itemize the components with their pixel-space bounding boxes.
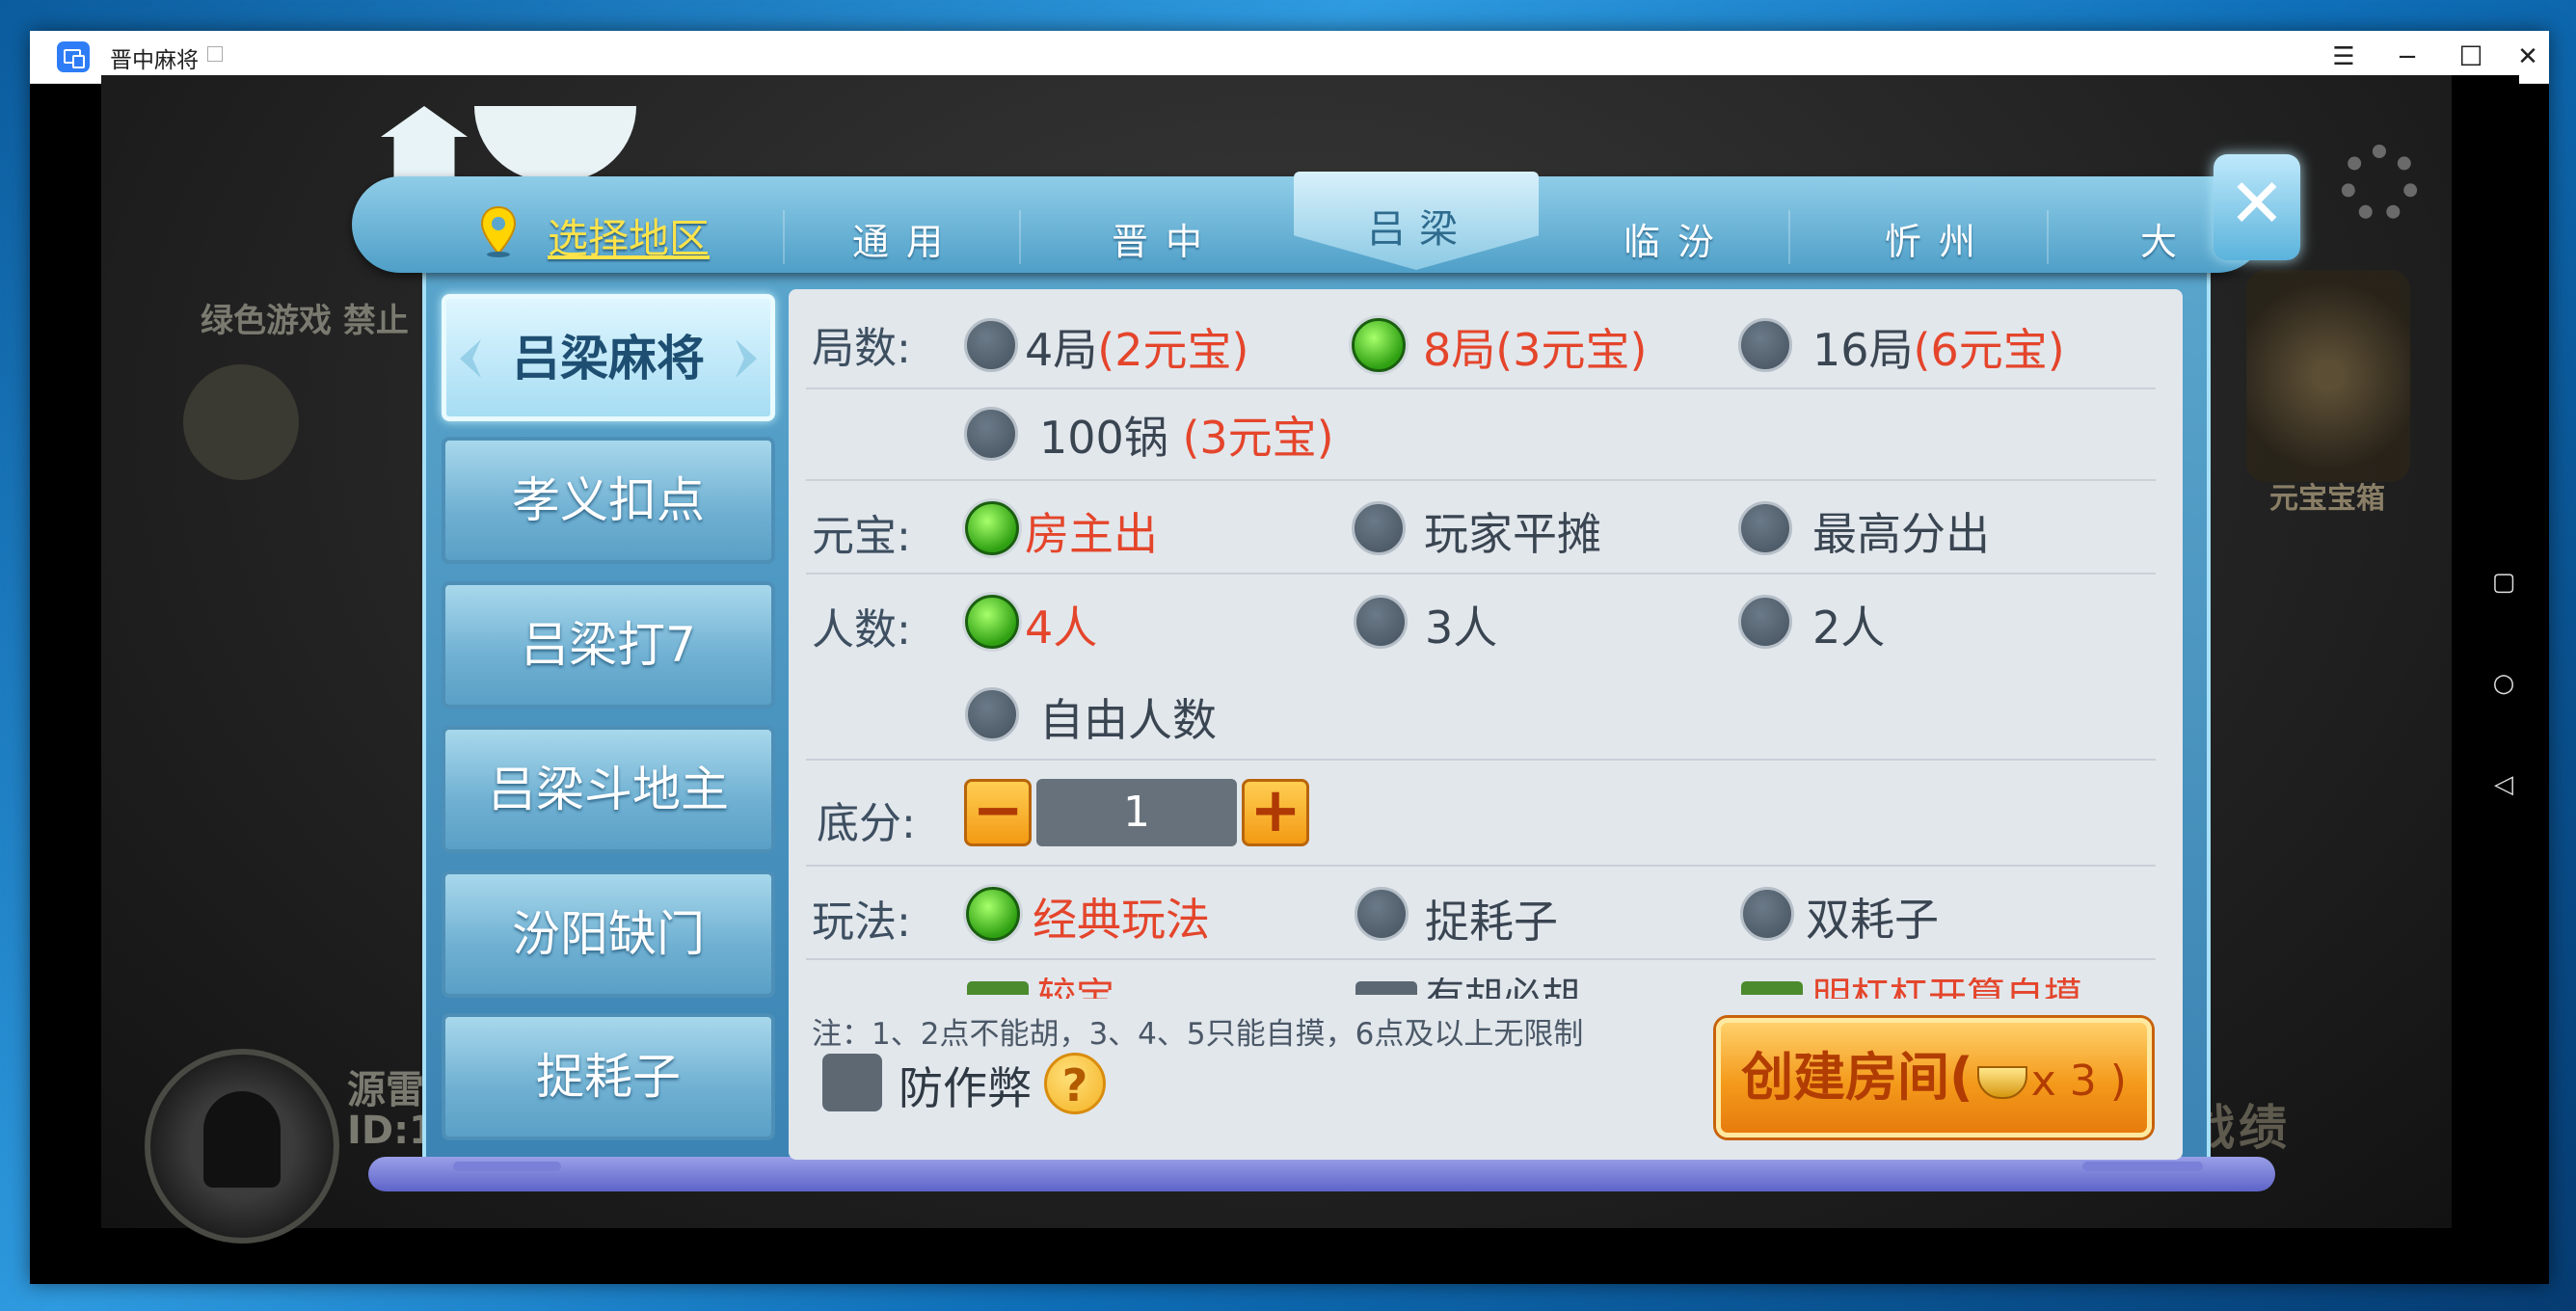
tab-jinzhong[interactable]: 晋中 [1112, 212, 1220, 265]
tab-separator [1019, 210, 1021, 264]
option-minggang: 明杠杠开算自摸 [1812, 977, 2082, 999]
game-fenyang-quemen[interactable]: 汾阳缺门 [442, 870, 775, 998]
create-room-label: 创建房间( [1741, 1047, 1973, 1108]
tab-separator [783, 210, 785, 264]
select-region-link[interactable]: 选择地区 [548, 206, 710, 265]
chest-label: 元宝宝箱 [2269, 482, 2385, 516]
rounds-label: 局数: [812, 324, 911, 373]
avatar [145, 1049, 339, 1244]
payment-split-radio[interactable] [1352, 501, 1406, 555]
scroll-indicator-right [2082, 1162, 2203, 1171]
treasure-chest-icon [2246, 270, 2410, 482]
rounds-100guo-option: 100锅 (3元宝) [1039, 412, 1334, 464]
payment-highest-option: 最高分出 [1812, 508, 1990, 560]
copy-icon[interactable] [207, 46, 223, 62]
slogan-text: 绿色游戏 禁止 [201, 302, 409, 340]
play-classic-radio[interactable] [966, 887, 1020, 941]
menu-icon[interactable]: ☰ [2322, 37, 2365, 77]
tab-general[interactable]: 通用 [852, 212, 960, 265]
maximize-button[interactable]: ☐ [2450, 37, 2492, 77]
rounds-16-radio[interactable] [1738, 318, 1792, 372]
play-double-option: 双耗子 [1806, 894, 1939, 946]
stamp-icon [183, 364, 299, 480]
tab-separator [2047, 210, 2049, 264]
option-checkbox[interactable] [967, 981, 1029, 995]
rounds-8-option: 8局(3元宝) [1423, 324, 1648, 376]
option-jiaobao: 较宝 [1037, 977, 1114, 999]
recents-icon[interactable]: ▢ [2490, 569, 2517, 596]
game-lvliang-da7[interactable]: 吕梁打7 [442, 581, 775, 709]
close-window-button[interactable]: ✕ [2507, 37, 2549, 77]
back-icon[interactable]: ◁ [2490, 771, 2517, 798]
players-free-option: 自由人数 [1039, 694, 1217, 746]
ingot-icon [1976, 1066, 2027, 1099]
row-divider [806, 958, 2156, 960]
tab-lvliang[interactable]: 吕梁 [1367, 198, 1471, 254]
rounds-16-option: 16局(6元宝) [1812, 324, 2065, 376]
base-score-label: 底分: [817, 799, 916, 848]
game-xiaoyi-koudian[interactable]: 孝义扣点 [442, 437, 775, 564]
game-zhuohaozi[interactable]: 捉耗子 [442, 1013, 775, 1140]
play-zhuohaozi-radio[interactable] [1355, 887, 1409, 941]
payment-label: 元宝: [812, 512, 911, 561]
dialog-bottom-bar [368, 1157, 2275, 1191]
players-3-option: 3人 [1425, 602, 1498, 654]
username: 源雷 [347, 1068, 424, 1112]
row-divider [806, 759, 2156, 761]
payment-split-option: 玩家平摊 [1424, 508, 1601, 560]
players-2-option: 2人 [1812, 602, 1886, 654]
window-title: 晋中麻将 [110, 48, 199, 73]
anti-cheat-checkbox[interactable] [822, 1054, 882, 1111]
players-3-radio[interactable] [1354, 595, 1408, 649]
rounds-4-radio[interactable] [964, 318, 1018, 372]
settings-gear-icon [2341, 145, 2418, 222]
anti-cheat-label: 防作弊 [899, 1062, 1032, 1114]
row-divider [806, 388, 2156, 389]
location-pin-icon[interactable] [479, 205, 518, 257]
row-divider [806, 479, 2156, 481]
rounds-4-option: 4局(2元宝) [1025, 324, 1249, 376]
players-4-radio[interactable] [965, 595, 1019, 649]
rounds-100guo-radio[interactable] [964, 407, 1018, 461]
app-icon [57, 41, 90, 72]
option-youhu-bihu: 有胡必胡 [1426, 977, 1580, 999]
play-mode-label: 玩法: [812, 897, 911, 947]
game-lvliang-doudizhu[interactable]: 吕梁斗地主 [442, 726, 775, 853]
tab-da[interactable]: 大 [2140, 212, 2194, 265]
scroll-indicator-left [453, 1162, 561, 1171]
play-double-radio[interactable] [1740, 887, 1794, 941]
play-zhuohaozi-option: 捉耗子 [1425, 896, 1558, 948]
tab-linfen[interactable]: 临汾 [1623, 212, 1731, 265]
create-room-button[interactable]: 创建房间( x 3 ) [1716, 1018, 2152, 1137]
payment-owner-option: 房主出 [1025, 508, 1158, 560]
base-score-plus-button[interactable]: + [1242, 779, 1309, 846]
home-icon[interactable]: ○ [2490, 670, 2517, 697]
base-score-value: 1 [1036, 779, 1237, 846]
row-divider [806, 865, 2156, 867]
close-dialog-button[interactable]: ✕ [2214, 154, 2300, 260]
tab-separator [1788, 210, 1790, 264]
players-2-radio[interactable] [1738, 595, 1792, 649]
tab-xinzhou[interactable]: 忻州 [1885, 212, 1993, 265]
option-checkbox[interactable] [1741, 981, 1803, 995]
row-divider [806, 573, 2156, 575]
rule-note: 注：1、2点不能胡，3、4、5只能自摸，6点及以上无限制 [812, 1017, 1584, 1052]
option-checkbox[interactable] [1355, 981, 1417, 995]
minimize-button[interactable]: − [2386, 37, 2428, 77]
players-free-radio[interactable] [965, 687, 1019, 741]
players-label: 人数: [812, 605, 911, 655]
rounds-8-radio[interactable] [1352, 318, 1406, 372]
players-4-option: 4人 [1025, 602, 1098, 654]
create-room-cost: x 3 ) [2030, 1057, 2127, 1106]
help-button[interactable]: ? [1044, 1053, 1106, 1114]
payment-highest-radio[interactable] [1738, 501, 1792, 555]
payment-owner-radio[interactable] [965, 501, 1019, 555]
play-classic-option: 经典玩法 [1033, 894, 1210, 946]
android-nav-bar [2452, 75, 2519, 1228]
game-lvliang-mahjong[interactable]: 吕梁麻将 [442, 294, 775, 421]
base-score-minus-button[interactable]: − [964, 779, 1032, 846]
